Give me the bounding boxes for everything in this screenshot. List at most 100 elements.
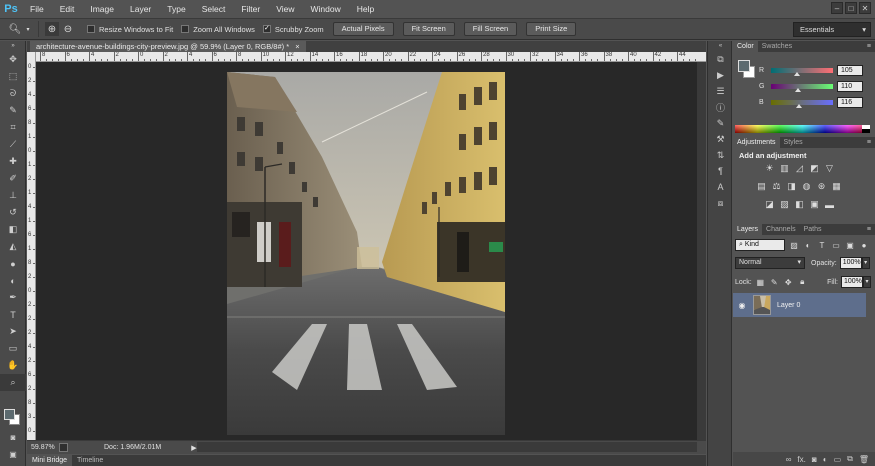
shape-tool-icon[interactable]: ▭ — [0, 340, 26, 357]
menu-image[interactable]: Image — [82, 0, 122, 18]
zoom-out-icon[interactable]: ⊖ — [61, 22, 75, 36]
info-panel-icon[interactable]: ⓘ — [708, 99, 733, 115]
maximize-button[interactable]: □ — [845, 2, 857, 14]
tab-timeline[interactable]: Timeline — [72, 455, 108, 466]
threshold-icon[interactable]: ◧ — [793, 198, 806, 211]
color-spectrum-bar[interactable] — [735, 125, 870, 133]
tool-preset-dropdown-icon[interactable]: ▾ — [24, 22, 32, 36]
screen-mode-icon[interactable]: ▣ — [0, 446, 26, 463]
type-filter-icon[interactable]: T — [817, 240, 827, 250]
posterize-icon[interactable]: ▨ — [778, 198, 791, 211]
menu-file[interactable]: File — [22, 0, 52, 18]
tab-color[interactable]: Color — [733, 41, 758, 52]
blur-tool-icon[interactable]: ● — [0, 255, 26, 272]
quick-select-tool-icon[interactable]: ✎ — [0, 102, 26, 119]
black-white-swatch[interactable] — [862, 125, 870, 133]
tab-adjustments[interactable]: Adjustments — [733, 137, 780, 148]
panel-menu-icon[interactable]: ≡ — [867, 224, 871, 235]
gradient-map-icon[interactable]: ▬ — [823, 198, 836, 211]
zoom-tool-icon[interactable]: ⌕ — [0, 374, 26, 391]
channel-mixer-icon[interactable]: ⊛ — [815, 180, 828, 193]
tab-layers[interactable]: Layers — [733, 224, 763, 235]
share-icon[interactable] — [59, 443, 68, 452]
exposure-icon[interactable]: ◩ — [808, 162, 821, 175]
clone-stamp-tool-icon[interactable]: ⊥ — [0, 187, 26, 204]
new-layer-icon[interactable]: ⧉ — [847, 454, 853, 464]
character-panel-icon[interactable]: A — [708, 179, 733, 195]
blue-value-field[interactable]: 116 — [837, 97, 863, 108]
selective-color-icon[interactable]: ▣ — [808, 198, 821, 211]
filter-toggle-icon[interactable]: ● — [859, 240, 869, 250]
fill-screen-button[interactable]: Fill Screen — [463, 22, 518, 36]
type-tool-icon[interactable]: T — [0, 306, 26, 323]
foreground-color-swatch[interactable] — [4, 409, 15, 420]
opacity-dropdown-icon[interactable]: ▾ — [861, 257, 870, 269]
new-adjustment-icon[interactable]: ◐ — [823, 455, 828, 464]
blue-slider-thumb[interactable] — [796, 104, 803, 108]
blue-slider[interactable] — [771, 100, 833, 108]
panel-menu-icon[interactable]: ≡ — [867, 41, 871, 52]
red-value-field[interactable]: 105 — [837, 65, 863, 76]
vibrance-icon[interactable]: ▽ — [823, 162, 836, 175]
pixel-filter-icon[interactable]: ▨ — [789, 240, 799, 250]
horizontal-ruler[interactable]: 8 6 4 2 0 2 4 6 8 10 12 14 16 18 20 22 24 26 28 30 32 34 36 38 4… — [36, 52, 706, 62]
tab-channels[interactable]: Channels — [762, 224, 800, 235]
status-menu-arrow-icon[interactable]: ▶ — [191, 444, 196, 452]
opacity-field[interactable]: 100% — [839, 257, 862, 269]
print-size-button[interactable]: Print Size — [526, 22, 577, 36]
history-brush-tool-icon[interactable]: ↺ — [0, 204, 26, 221]
close-button[interactable]: ✕ — [859, 2, 871, 14]
layer-kind-select[interactable]: ⌕ Kind — [735, 239, 785, 251]
invert-icon[interactable]: ◪ — [763, 198, 776, 211]
paragraph-panel-icon[interactable]: ¶ — [708, 163, 733, 179]
lasso-tool-icon[interactable]: ᘐ — [0, 85, 26, 102]
new-group-icon[interactable]: ▭ — [834, 455, 842, 464]
workspace-select[interactable]: Essentials — [793, 22, 871, 37]
actual-pixels-button[interactable]: Actual Pixels — [332, 22, 394, 36]
tab-swatches[interactable]: Swatches — [758, 41, 796, 52]
pen-tool-icon[interactable]: ✒ — [0, 289, 26, 306]
red-slider-thumb[interactable] — [793, 72, 800, 76]
blend-mode-select[interactable]: Normal — [735, 257, 805, 269]
paint-bucket-tool-icon[interactable]: ◭ — [0, 238, 26, 255]
path-selection-tool-icon[interactable]: ➤ — [0, 323, 26, 340]
tab-mini-bridge[interactable]: Mini Bridge — [27, 455, 73, 466]
tab-styles[interactable]: Styles — [780, 137, 807, 148]
menu-type[interactable]: Type — [159, 0, 193, 18]
actions-panel-icon[interactable]: ▶ — [708, 67, 733, 83]
menu-select[interactable]: Select — [194, 0, 234, 18]
scrubby-zoom-checkbox[interactable]: ✓ Scrubby Zoom — [262, 25, 324, 34]
horizontal-scrollbar[interactable] — [197, 442, 697, 452]
resize-windows-checkbox[interactable]: Resize Windows to Fit — [87, 25, 173, 34]
zoom-all-windows-checkbox[interactable]: Zoom All Windows — [181, 25, 255, 34]
document-image[interactable] — [227, 72, 505, 435]
zoom-level-field[interactable]: 59.87% — [29, 442, 57, 454]
eye-icon[interactable]: ◉ — [733, 301, 751, 310]
eyedropper-tool-icon[interactable]: ⟋ — [0, 136, 26, 153]
lock-position-icon[interactable]: ✥ — [783, 277, 794, 288]
clone-source-icon[interactable]: ⧈ — [708, 195, 733, 211]
crop-tool-icon[interactable]: ⌗ — [0, 119, 26, 136]
layer-mask-icon[interactable]: ◙ — [812, 455, 817, 464]
healing-brush-tool-icon[interactable]: ✚ — [0, 153, 26, 170]
color-lookup-icon[interactable]: ▦ — [830, 180, 843, 193]
hue-saturation-icon[interactable]: ▤ — [755, 180, 768, 193]
properties-panel-icon[interactable]: ☰ — [708, 83, 733, 99]
green-slider-thumb[interactable] — [794, 88, 801, 92]
marquee-tool-icon[interactable]: ⬚ — [0, 68, 26, 85]
move-tool-icon[interactable]: ✥ — [0, 51, 26, 68]
minimize-button[interactable]: – — [831, 2, 843, 14]
eraser-tool-icon[interactable]: ◧ — [0, 221, 26, 238]
document-tab[interactable]: architecture-avenue-buildings-city-previ… — [30, 41, 306, 52]
history-panel-icon[interactable]: ⧉ — [708, 51, 733, 67]
lock-transparency-icon[interactable]: ▦ — [755, 277, 766, 288]
menu-filter[interactable]: Filter — [233, 0, 268, 18]
menu-window[interactable]: Window — [302, 0, 348, 18]
layer-style-icon[interactable]: fx. — [797, 455, 805, 464]
tab-paths[interactable]: Paths — [800, 224, 826, 235]
collapse-dock-icon[interactable]: « — [708, 41, 733, 51]
foreground-color-swatch[interactable] — [738, 60, 750, 72]
lock-pixels-icon[interactable]: ✎ — [769, 277, 780, 288]
vertical-ruler[interactable]: 024681012141618202224262830 — [27, 52, 36, 440]
tool-presets-icon[interactable]: ⚒ — [708, 131, 733, 147]
